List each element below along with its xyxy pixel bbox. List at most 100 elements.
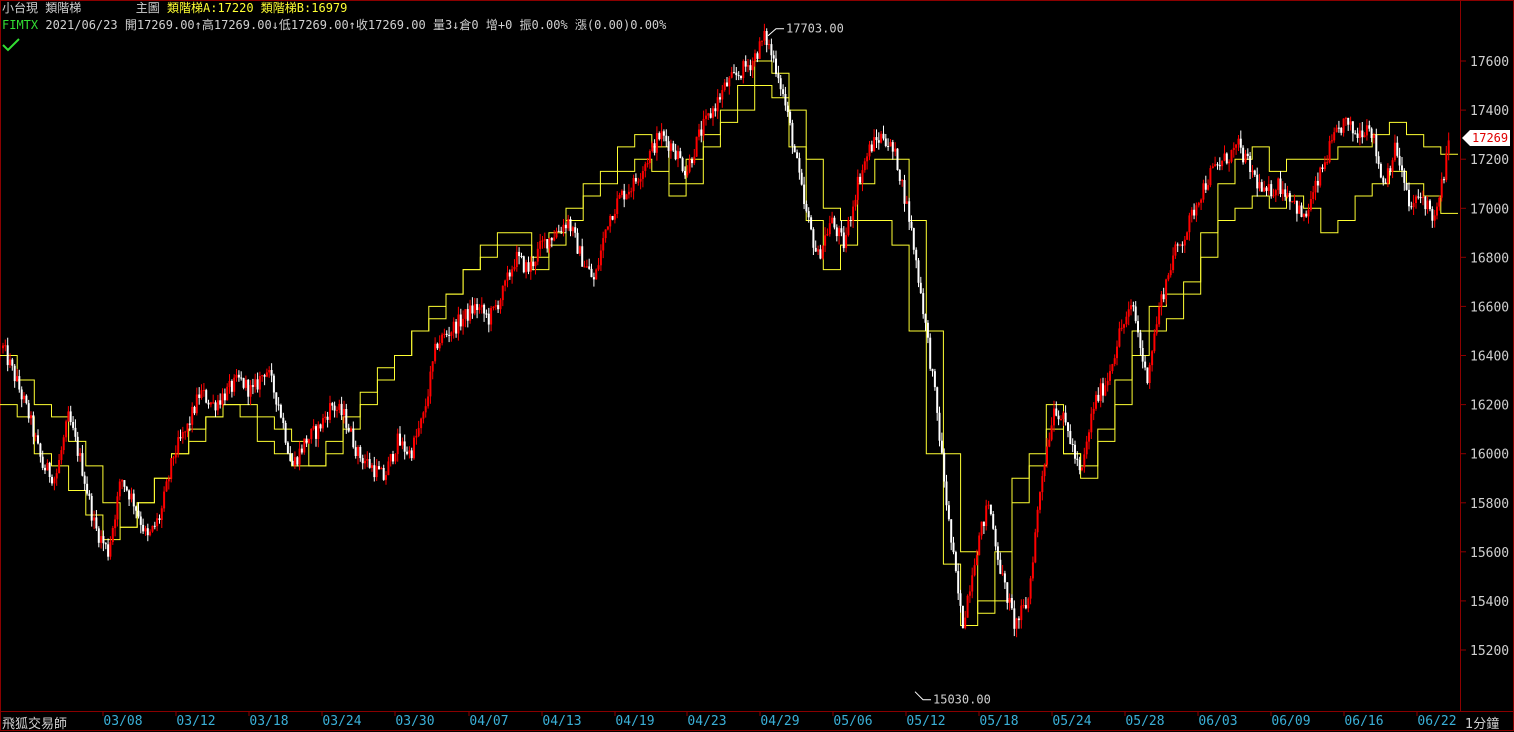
candle-body <box>457 314 460 334</box>
candle-body <box>929 337 932 369</box>
candle-body <box>191 406 194 425</box>
candle-body <box>223 393 226 401</box>
candle-body <box>1015 618 1018 629</box>
candle-body <box>1197 202 1200 206</box>
candle-body <box>758 41 761 59</box>
date-tick-label: 04/07 <box>469 714 508 729</box>
candle-body <box>747 65 749 67</box>
candle-body <box>1363 135 1366 138</box>
candle-body <box>674 150 677 160</box>
candle-body <box>901 180 904 182</box>
candle-body <box>1055 408 1058 416</box>
candle-body <box>1090 413 1093 433</box>
candle-body <box>786 105 789 112</box>
candle-body <box>796 152 799 159</box>
candle-body <box>303 438 306 453</box>
candle-body <box>249 385 252 397</box>
candle-body <box>740 75 742 79</box>
candle-body <box>1377 156 1380 165</box>
candle-body <box>483 304 486 314</box>
candle-body <box>756 53 759 59</box>
candle-body <box>1401 165 1403 171</box>
candle-body <box>242 378 245 388</box>
price-tick-label: 17000 <box>1470 202 1509 217</box>
product-name[interactable]: 小台現 <box>2 1 38 15</box>
candle-body <box>838 228 841 237</box>
candle-body <box>438 343 441 349</box>
annotation-leader <box>767 28 784 37</box>
candle-body <box>1158 307 1161 325</box>
chart-header: 小台現 類階梯 主圖 類階梯A:17220 類階梯B:16979 FIMTX 2… <box>2 0 666 34</box>
candle-body <box>1302 213 1305 217</box>
candle-body <box>347 427 350 432</box>
candle-body <box>891 142 894 152</box>
candle-body <box>695 136 698 157</box>
candle-body <box>408 450 411 454</box>
candle-body <box>118 481 121 497</box>
candle-body <box>1036 509 1039 533</box>
candle-body <box>791 122 794 147</box>
candle-body <box>81 453 84 476</box>
candle-body <box>945 481 948 506</box>
candle-body <box>41 456 44 468</box>
candle-body <box>826 234 829 236</box>
candle-body <box>478 307 481 310</box>
candle-body <box>726 82 728 87</box>
candle-body <box>957 571 960 594</box>
indicator-name[interactable]: 類階梯 <box>45 1 81 15</box>
candle-body <box>950 519 953 543</box>
candle-body <box>114 519 117 529</box>
candle-body <box>1081 467 1083 471</box>
candle-body <box>686 171 689 176</box>
candle-body <box>160 508 163 520</box>
candle-body <box>417 428 420 436</box>
candle-body <box>1330 140 1333 142</box>
candle-body <box>744 61 747 67</box>
ladder-b-label: 類階梯B: <box>260 1 312 15</box>
period-label[interactable]: 1分鐘 <box>1465 713 1499 732</box>
candle-body <box>499 300 502 310</box>
candle-body <box>681 158 684 171</box>
candle-body <box>1144 361 1147 368</box>
candle-body <box>62 437 65 451</box>
candle-body <box>1291 201 1294 203</box>
candle-body <box>1186 232 1189 240</box>
candle-body <box>167 478 170 482</box>
price-tick-label: 15600 <box>1470 546 1509 561</box>
candle-body <box>434 343 437 362</box>
price-chart[interactable]: 17703.00 15030.00 17600 17400 17200 17000 168… <box>0 0 1514 731</box>
check-icon[interactable] <box>2 38 20 52</box>
candle-body <box>469 305 472 321</box>
candle-body <box>1249 156 1252 172</box>
candle-body <box>1386 168 1389 184</box>
candle-body <box>522 256 525 273</box>
candle-body <box>1102 383 1104 396</box>
candle-body <box>1207 185 1210 190</box>
candle-body <box>305 438 308 444</box>
candle-body <box>6 345 9 366</box>
candle-body <box>60 450 63 460</box>
candle-body <box>1097 394 1100 401</box>
candle-body <box>427 396 430 407</box>
candle-body <box>733 72 735 74</box>
candle-body <box>1253 170 1256 175</box>
candle-body <box>46 462 49 471</box>
candle-body <box>86 483 89 494</box>
candle-body <box>1393 142 1396 161</box>
candle-body <box>216 400 219 411</box>
candle-body <box>936 387 939 413</box>
candle-body <box>555 230 558 238</box>
candle-body <box>852 206 855 221</box>
candle-body <box>1013 608 1016 629</box>
date-tick-label: 04/29 <box>760 714 799 729</box>
candle-body <box>100 536 103 543</box>
candle-body <box>366 459 369 461</box>
ladder-a-value: 17220 <box>217 1 254 15</box>
candle-body <box>1109 371 1111 381</box>
candle-body <box>705 115 707 119</box>
candle-body <box>688 159 691 172</box>
candle-body <box>1010 598 1013 609</box>
candle-body <box>1172 255 1175 271</box>
candle-body <box>298 448 301 465</box>
price-tick-label: 17600 <box>1470 55 1509 70</box>
